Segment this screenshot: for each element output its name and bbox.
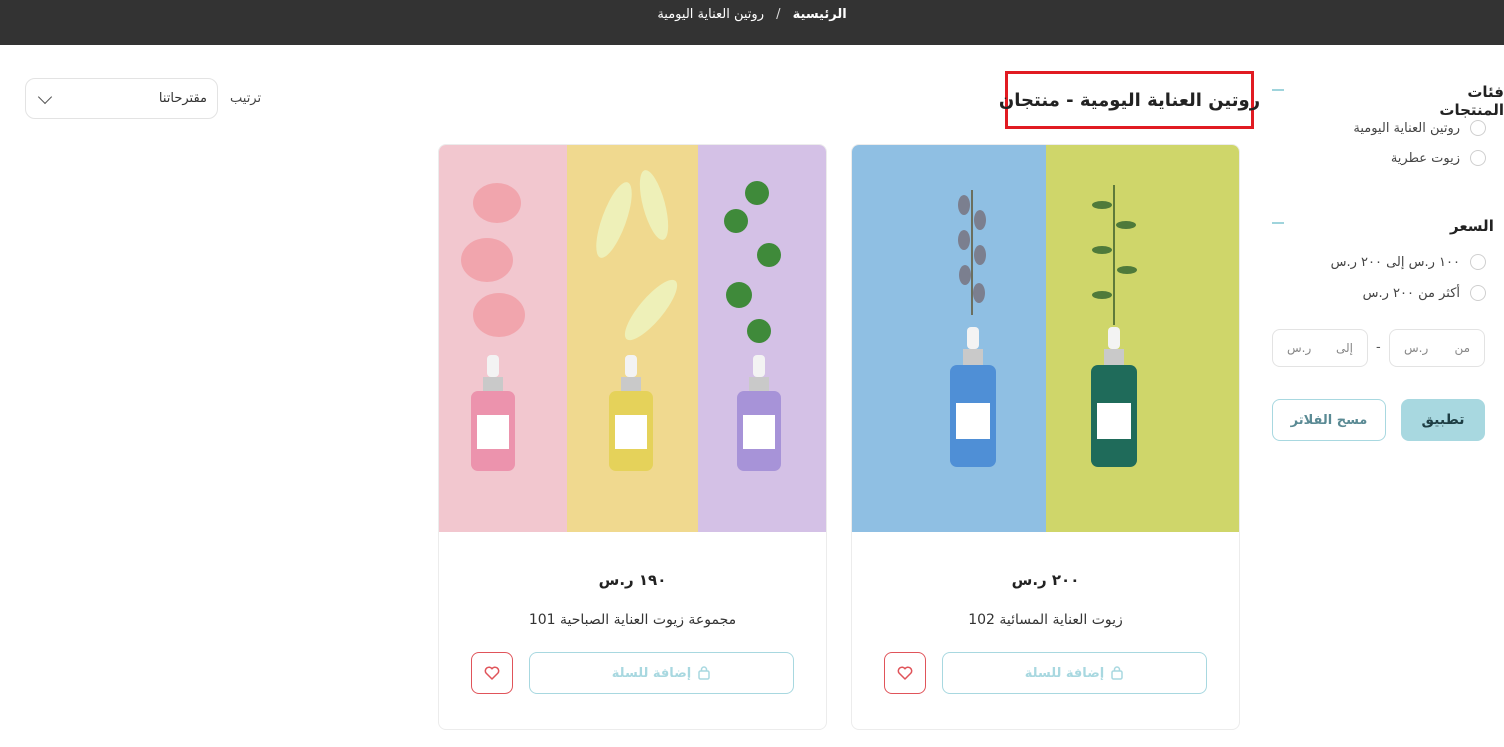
currency-label: ر.س [1287,341,1312,355]
heart-icon [484,666,500,680]
price-option-over-200[interactable]: أكثر من ٢٠٠ ر.س [1363,285,1486,301]
chevron-down-icon [37,89,53,104]
currency-label: ر.س [1404,341,1429,355]
price-option-label: ١٠٠ ر.س إلى ٢٠٠ ر.س [1330,254,1460,270]
product-image[interactable] [852,145,1239,532]
page-title-highlight: روتين العناية اليومية - منتجان [999,71,1260,129]
breadcrumb: الرئيسية / روتين العناية اليومية [0,7,1504,22]
breadcrumb-current: روتين العناية اليومية [657,7,764,22]
price-to-input[interactable]: إلى ر.س [1272,329,1368,367]
sort-select[interactable]: مقترحاتنا [25,78,218,119]
clear-filters-button[interactable]: مسح الفلاتر [1272,399,1386,441]
product-card[interactable]: ٢٠٠ ر.س زيوت العناية المسائية 102 إضافة … [851,144,1240,730]
price-option-100-200[interactable]: ١٠٠ ر.س إلى ٢٠٠ ر.س [1331,254,1486,270]
radio-icon[interactable] [1470,150,1486,166]
category-option-daily-routine[interactable]: روتين العناية اليومية [1353,120,1486,136]
category-option-label: روتين العناية اليومية [1353,120,1460,136]
price-from-input[interactable]: من ر.س [1389,329,1485,367]
apply-filters-button[interactable]: تطبيق [1401,399,1485,441]
product-price: ٢٠٠ ر.س [1011,571,1080,589]
wishlist-button[interactable] [884,652,926,694]
product-name[interactable]: مجموعة زيوت العناية الصباحية 101 [439,612,826,628]
category-option-label: زيوت عطرية [1390,150,1460,166]
add-to-cart-button[interactable]: إضافة للسلة [529,652,794,694]
shopping-bag-icon [1111,666,1123,680]
categories-collapse-toggle[interactable] [1272,89,1284,91]
product-image[interactable] [439,145,826,532]
price-to-label: إلى [1336,341,1353,355]
price-option-label: أكثر من ٢٠٠ ر.س [1362,285,1460,301]
categories-filter-title: فئات المنتجات [1439,83,1504,119]
add-to-cart-button[interactable]: إضافة للسلة [942,652,1207,694]
product-card[interactable]: ١٩٠ ر.س مجموعة زيوت العناية الصباحية 101… [438,144,827,730]
price-from-label: من [1454,341,1470,355]
radio-icon[interactable] [1470,120,1486,136]
shopping-bag-icon [698,666,710,680]
add-to-cart-label: إضافة للسلة [1024,665,1105,681]
price-filter-title: السعر [1450,217,1494,235]
product-name[interactable]: زيوت العناية المسائية 102 [852,612,1239,628]
category-option-essential-oils[interactable]: زيوت عطرية [1391,150,1486,166]
price-range-dash: - [1376,340,1381,355]
add-to-cart-label: إضافة للسلة [611,665,692,681]
radio-icon[interactable] [1470,254,1486,270]
breadcrumb-home-link[interactable]: الرئيسية [793,7,847,22]
page-title: روتين العناية اليومية - منتجان [998,89,1261,111]
product-price: ١٩٠ ر.س [598,571,667,589]
price-collapse-toggle[interactable] [1272,222,1284,224]
heart-icon [897,666,913,680]
sort-value: مقترحاتنا [158,91,207,106]
wishlist-button[interactable] [471,652,513,694]
breadcrumb-separator: / [776,7,781,22]
radio-icon[interactable] [1470,285,1486,301]
sort-label: ترتيب [230,91,262,106]
